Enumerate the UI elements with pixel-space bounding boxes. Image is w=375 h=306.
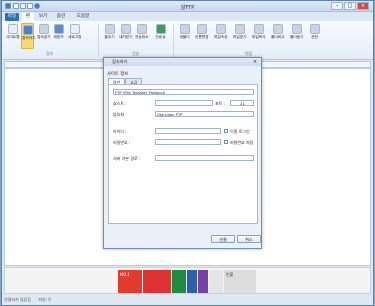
queue-button[interactable]: 전송큐 xyxy=(154,23,167,49)
host-input[interactable] xyxy=(155,100,213,106)
rename-icon xyxy=(196,24,207,34)
ad-block-4[interactable] xyxy=(187,270,197,293)
connect-button[interactable]: 접속하기 xyxy=(21,23,36,49)
site-info-heading: 사이트 정보 xyxy=(107,72,129,77)
disconnect-icon xyxy=(38,24,49,34)
anonymous-checkbox[interactable] xyxy=(224,129,228,133)
host-label: 호스트 : xyxy=(113,101,127,106)
download-button[interactable]: 내려받기 xyxy=(119,23,133,49)
maximize-button[interactable]: □ xyxy=(344,2,356,10)
title-bar: 알FTP – □ × xyxy=(2,1,373,12)
dialog-close-button[interactable]: × xyxy=(251,59,259,65)
tab-edit[interactable]: 편 xyxy=(22,13,34,21)
ribbon-tabs: 파일 편 보기 옵션 도움말 xyxy=(2,12,373,21)
refresh-icon xyxy=(69,24,80,34)
site-manager-button[interactable]: 사이트맵 xyxy=(6,23,20,49)
compare-folder-button[interactable]: 폴더비교 xyxy=(271,23,285,49)
queue-icon xyxy=(155,24,166,34)
anonymous-label: 익명 로그인 xyxy=(230,129,250,134)
dialog-cancel-button[interactable]: 취소 xyxy=(237,235,261,243)
port-input[interactable]: 21 xyxy=(230,100,254,106)
rename-button[interactable]: 이름변경 xyxy=(195,23,209,49)
connect-icon xyxy=(22,25,33,35)
find-file-button[interactable]: 파일찾기 xyxy=(233,23,247,49)
dialog-title: 접속하기 xyxy=(104,58,261,66)
reconnect-icon xyxy=(53,24,64,34)
tab-view[interactable]: 보기 xyxy=(36,13,50,21)
connect-dialog: 접속하기 × 사이트 정보 일반 고급 FTP (File Transfer P… xyxy=(103,57,262,249)
ad-block-1[interactable]: NO.1 xyxy=(118,270,142,293)
new-folder-button[interactable]: 새폴더 xyxy=(178,23,191,49)
cancel-transfer-button[interactable]: 전송취소 xyxy=(135,23,149,49)
save-password-checkbox[interactable] xyxy=(224,140,228,144)
group-connect-label: 접속 xyxy=(46,51,54,56)
save-password-label: 비밀번호 저장 xyxy=(230,140,254,145)
copy-file-icon xyxy=(253,24,264,34)
sync-folder-icon xyxy=(291,24,302,34)
password-label: 비밀번호 : xyxy=(113,140,131,145)
cancel-transfer-icon xyxy=(136,24,147,34)
encryption-label: 암호화 : xyxy=(113,112,127,117)
ad-banner[interactable]: NO.1 빈폴 xyxy=(4,267,371,294)
status-connection: 연결되지 않았음 xyxy=(4,297,32,302)
port-label: 포트 : xyxy=(215,101,225,106)
site-manager-icon xyxy=(7,24,18,34)
remote-path-input[interactable] xyxy=(155,155,254,161)
download-icon xyxy=(120,24,131,34)
status-bar: 연결되지 않았음 파일: 0 xyxy=(4,296,371,304)
ribbon: 사이트맵 접속하기 접속끊기 재접속 새로고침 올리기 내려받기 전송취소 전송… xyxy=(2,21,373,60)
new-folder-icon xyxy=(179,24,190,34)
upload-icon xyxy=(104,24,115,34)
remote-path-label: 서버 기본 경로 : xyxy=(113,156,141,161)
find-file-icon xyxy=(234,24,245,34)
disconnect-button[interactable]: 접속끊기 xyxy=(37,23,51,49)
file-attr-button[interactable]: 파일속성 xyxy=(214,23,228,49)
status-files: 파일: 0 xyxy=(38,297,51,302)
connect-submit-button[interactable]: 연결 xyxy=(211,235,235,243)
upload-button[interactable]: 올리기 xyxy=(103,23,116,49)
ad-block-2[interactable] xyxy=(143,270,171,293)
encryption-select[interactable]: Use plain FTP xyxy=(155,111,254,117)
copy-file-button[interactable]: 파일복사 xyxy=(252,23,266,49)
protocol-select[interactable]: FTP (File Transfer Protocol) xyxy=(113,89,254,95)
ad-block-3[interactable] xyxy=(172,270,186,293)
window-title: 알FTP xyxy=(180,5,195,11)
sync-folder-button[interactable]: 폴더동기 xyxy=(290,23,304,49)
compare-folder-icon xyxy=(272,24,283,34)
general-panel: FTP (File Transfer Protocol) 호스트 : 포트 : … xyxy=(108,84,258,224)
tab-file[interactable]: 파일 xyxy=(5,13,19,21)
ad-block-5[interactable] xyxy=(198,270,208,293)
refresh-button[interactable]: 새로고침 xyxy=(68,23,82,49)
ad-block-6[interactable] xyxy=(209,270,223,293)
tab-help[interactable]: 도움말 xyxy=(74,13,92,21)
password-input[interactable] xyxy=(155,139,221,145)
id-input[interactable] xyxy=(155,128,221,134)
close-button[interactable]: × xyxy=(357,2,369,10)
minimize-button[interactable]: – xyxy=(331,2,343,10)
file-attr-icon xyxy=(215,24,226,34)
main-window: 알FTP – □ × 파일 편 보기 옵션 도움말 사이트맵 접속하기 접속끊기… xyxy=(1,0,374,306)
reconnect-button[interactable]: 재접속 xyxy=(52,23,65,49)
tab-options[interactable]: 옵션 xyxy=(54,13,68,21)
id-label: 아이디 : xyxy=(113,129,127,134)
permission-button[interactable]: 권한 xyxy=(308,23,321,49)
permission-icon xyxy=(309,24,320,34)
ad-block-7[interactable]: 빈폴 xyxy=(224,270,256,293)
